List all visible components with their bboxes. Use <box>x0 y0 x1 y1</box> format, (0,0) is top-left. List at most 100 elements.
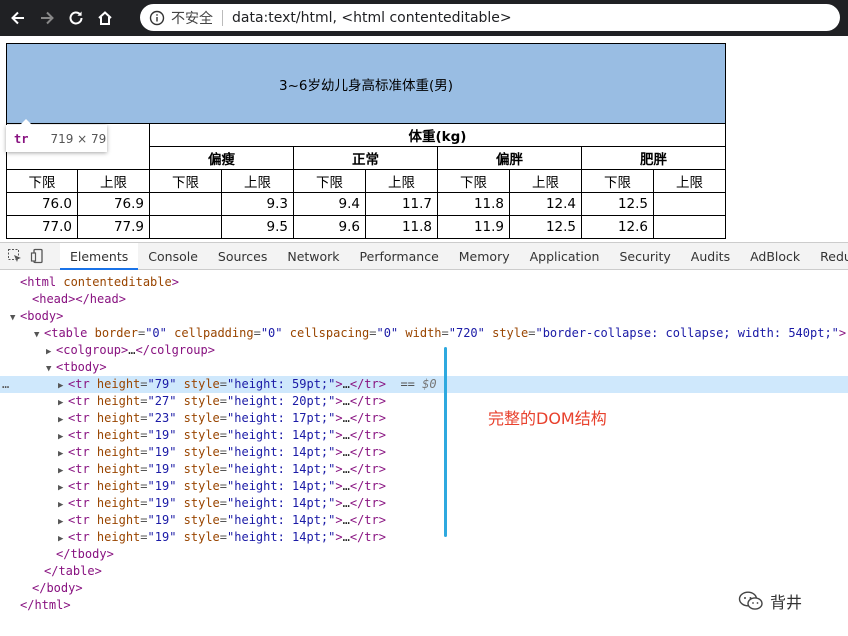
bound-label[interactable]: 上限 <box>77 169 150 193</box>
dom-node-text: <tr height="19" style="height: 14pt;">…<… <box>68 479 386 493</box>
table-row: 77.0 77.9 9.5 9.6 11.8 11.9 12.5 12.6 <box>6 215 726 239</box>
bound-label[interactable]: 上限 <box>653 169 726 193</box>
dom-node-text: <tr height="19" style="height: 14pt;">…<… <box>68 530 386 544</box>
tooltip-tag: tr <box>14 131 29 146</box>
dom-node-text: <tbody> <box>56 360 107 374</box>
table-cell[interactable]: 11.7 <box>365 192 438 216</box>
table-cell[interactable]: 9.3 <box>221 192 294 216</box>
table-cell[interactable]: 76.0 <box>6 192 78 216</box>
dom-node[interactable]: ▶ <tr height="27" style="height: 20pt;">…… <box>0 393 848 410</box>
dom-node[interactable]: <html contenteditable> <box>0 274 848 291</box>
bound-label[interactable]: 下限 <box>6 169 78 193</box>
dom-node-text: <html contenteditable> <box>20 275 179 289</box>
dom-node-text: </html> <box>20 598 71 612</box>
dom-node[interactable]: ▶ <tr height="19" style="height: 14pt;">…… <box>0 427 848 444</box>
tab-performance[interactable]: Performance <box>350 243 449 270</box>
dom-node[interactable]: ▶ <tr height="23" style="height: 17pt;">…… <box>0 410 848 427</box>
dom-node[interactable]: <head></head> <box>0 291 848 308</box>
dom-node[interactable]: </body> <box>0 580 848 597</box>
table-cell[interactable] <box>653 192 726 216</box>
table-cell[interactable] <box>149 215 222 239</box>
dom-tree: <html contenteditable> <head></head> ▼ <bod… <box>0 270 848 614</box>
table-cell[interactable]: 12.4 <box>509 192 582 216</box>
category-overweight[interactable]: 偏胖 <box>437 146 582 170</box>
table-cell[interactable]: 9.6 <box>293 215 366 239</box>
element-inspect-tooltip: tr 719 × 79 <box>6 119 107 152</box>
dom-node-text: <body> <box>20 309 64 323</box>
dom-node[interactable]: ▶ <tr height="19" style="height: 14pt;">…… <box>0 529 848 546</box>
table-cell[interactable]: 12.6 <box>581 215 654 239</box>
table-cell[interactable]: 12.5 <box>581 192 654 216</box>
dom-node-text: </tbody> <box>56 547 114 561</box>
table-cell[interactable] <box>149 192 222 216</box>
dom-node[interactable]: ▶ <colgroup>…</colgroup> <box>0 342 848 359</box>
dom-node-text: <tr height="27" style="height: 20pt;">…<… <box>68 394 386 408</box>
dom-node[interactable]: ▶ <tr height="19" style="height: 14pt;">…… <box>0 478 848 495</box>
dom-node-text: <tr height="19" style="height: 14pt;">…<… <box>68 445 386 459</box>
dom-node-text: <tr height="79" style="height: 59pt;">…<… <box>68 377 437 391</box>
dom-node[interactable]: ▶ <tr height="19" style="height: 14pt;">…… <box>0 512 848 529</box>
address-bar[interactable]: 不安全 data:text/html, <html contenteditabl… <box>140 4 840 31</box>
tab-security[interactable]: Security <box>609 243 680 270</box>
tab-application[interactable]: Application <box>520 243 610 270</box>
dom-node-selected[interactable]: … ▶ <tr height="79" style="height: 59pt;">… <box>0 376 848 393</box>
bound-label[interactable]: 上限 <box>365 169 438 193</box>
dom-node[interactable]: </table> <box>0 563 848 580</box>
tab-network[interactable]: Network <box>277 243 349 270</box>
table-cell[interactable]: 11.8 <box>365 215 438 239</box>
back-icon[interactable] <box>7 7 29 29</box>
category-obese[interactable]: 肥胖 <box>581 146 726 170</box>
table-cell[interactable]: 11.8 <box>437 192 510 216</box>
page-viewport: 3~6岁幼儿身高标准体重(男) 体重(kg) 偏瘦 正常 偏胖 肥胖 下限 上限… <box>0 36 848 242</box>
dom-node[interactable]: ▼ <tbody> <box>0 359 848 376</box>
forward-icon[interactable] <box>36 7 58 29</box>
inspect-element-icon[interactable] <box>7 247 23 265</box>
bound-label[interactable]: 下限 <box>293 169 366 193</box>
dom-node[interactable]: ▼ <table border="0" cellpadding="0" cells… <box>0 325 848 342</box>
more-actions-icon[interactable]: … <box>2 376 9 393</box>
table-cell[interactable]: 77.0 <box>6 215 78 239</box>
category-underweight[interactable]: 偏瘦 <box>149 146 294 170</box>
devtools-tabbar: Elements Console Sources Network Perform… <box>0 242 848 270</box>
bound-label[interactable]: 下限 <box>149 169 222 193</box>
table-cell[interactable] <box>653 215 726 239</box>
tab-audits[interactable]: Audits <box>681 243 740 270</box>
category-normal[interactable]: 正常 <box>293 146 438 170</box>
table-title[interactable]: 3~6岁幼儿身高标准体重(男) <box>6 43 726 124</box>
bounds-row: 下限 上限 下限 上限 下限 上限 下限 上限 下限 上限 <box>6 169 726 193</box>
table-cell[interactable]: 77.9 <box>77 215 150 239</box>
table-cell[interactable]: 12.5 <box>509 215 582 239</box>
tooltip-size: 719 × 79 <box>50 131 107 146</box>
dom-node[interactable]: </tbody> <box>0 546 848 563</box>
dom-node-text: <head></head> <box>32 292 126 306</box>
table-cell[interactable]: 11.9 <box>437 215 510 239</box>
tab-adblock[interactable]: AdBlock <box>740 243 810 270</box>
bound-label[interactable]: 上限 <box>221 169 294 193</box>
bound-label[interactable]: 下限 <box>437 169 510 193</box>
wechat-icon <box>738 591 763 610</box>
dom-node[interactable]: ▶ <tr height="19" style="height: 14pt;">…… <box>0 495 848 512</box>
device-toolbar-icon[interactable] <box>30 247 46 265</box>
info-icon[interactable] <box>149 10 165 26</box>
tab-sources[interactable]: Sources <box>208 243 277 270</box>
tab-elements[interactable]: Elements <box>60 242 139 270</box>
table-cell[interactable]: 76.9 <box>77 192 150 216</box>
bound-label[interactable]: 上限 <box>509 169 582 193</box>
tab-redux[interactable]: Redux <box>810 243 848 270</box>
dom-node[interactable]: </html> <box>0 597 848 614</box>
bound-label[interactable]: 下限 <box>581 169 654 193</box>
dom-node-text: <tr height="19" style="height: 14pt;">…<… <box>68 496 386 510</box>
weight-table: 3~6岁幼儿身高标准体重(男) 体重(kg) 偏瘦 正常 偏胖 肥胖 下限 上限… <box>6 43 726 239</box>
dom-node[interactable]: ▼ <body> <box>0 308 848 325</box>
table-cell[interactable]: 9.4 <box>293 192 366 216</box>
dom-node[interactable]: ▶ <tr height="19" style="height: 14pt;">…… <box>0 461 848 478</box>
watermark: 背井 <box>738 589 802 613</box>
url-text[interactable]: data:text/html, <html contenteditable> <box>232 10 512 26</box>
tab-console[interactable]: Console <box>138 243 208 270</box>
table-cell[interactable]: 9.5 <box>221 215 294 239</box>
dom-node[interactable]: ▶ <tr height="19" style="height: 14pt;">…… <box>0 444 848 461</box>
reload-icon[interactable] <box>65 7 87 29</box>
home-icon[interactable] <box>94 7 116 29</box>
weight-header[interactable]: 体重(kg) <box>149 123 726 147</box>
tab-memory[interactable]: Memory <box>449 243 520 270</box>
